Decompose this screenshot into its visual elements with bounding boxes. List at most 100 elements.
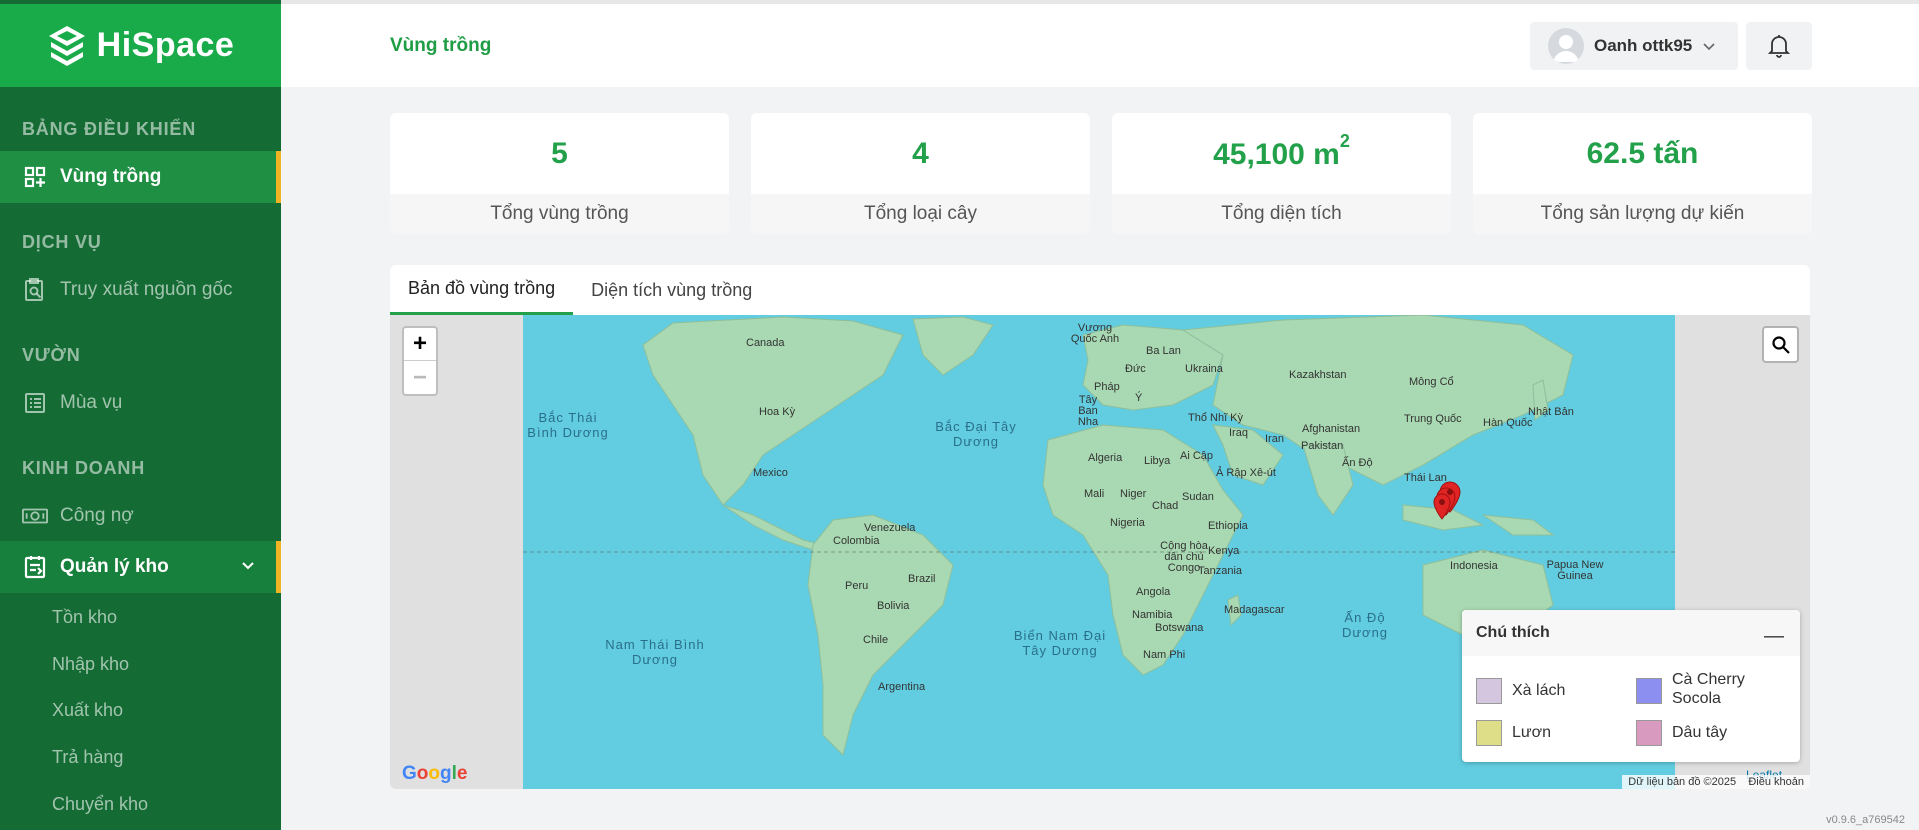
sidebar-item-label: Quản lý kho bbox=[60, 556, 169, 577]
stat-value: 4 bbox=[912, 137, 929, 170]
stat-card-total-area: 45,100 m2 Tổng diện tích bbox=[1112, 113, 1451, 234]
zoom-in-button[interactable]: + bbox=[404, 328, 436, 361]
map-label-peru: Peru bbox=[845, 580, 869, 592]
map-label-pakistan: Pakistan bbox=[1301, 440, 1344, 452]
chevron-down-icon bbox=[242, 562, 254, 570]
stat-label: Tổng sản lượng dự kiến bbox=[1473, 194, 1812, 234]
map-label-ethiopia: Ethiopia bbox=[1208, 520, 1248, 532]
stat-card-total-crops: 4 Tổng loại cây bbox=[751, 113, 1090, 234]
map-label-germany: Đức bbox=[1125, 363, 1146, 375]
brand-name: HiSpace bbox=[96, 26, 235, 64]
sidebar-item-truy-xuat[interactable]: Truy xuất nguồn gốc bbox=[0, 264, 281, 316]
header: Vùng trồng Oanh ottk95 bbox=[281, 4, 1919, 87]
app-version: v0.9.6_a769542 bbox=[1826, 814, 1905, 826]
ocean-label-north-atlantic: Bắc Đại Tây Dương bbox=[935, 419, 1017, 449]
legend-item: Dâu tây bbox=[1636, 720, 1727, 746]
map-legend: Chú thích — Xà lách Cà Cherry Socola Lươ… bbox=[1462, 610, 1800, 762]
legend-swatch bbox=[1476, 720, 1502, 746]
map-label-angola: Angola bbox=[1136, 586, 1171, 598]
ocean-label-south-atlantic: Biển Nam Đại Tây Dương bbox=[1013, 628, 1107, 658]
sidebar-item-mua-vu[interactable]: Mùa vụ bbox=[0, 377, 281, 429]
hispace-logo-icon bbox=[48, 25, 85, 66]
legend-swatch bbox=[1636, 678, 1662, 704]
tab-map[interactable]: Bản đồ vùng trồng bbox=[390, 265, 574, 315]
list-icon bbox=[22, 390, 48, 416]
sidebar-subitem-xuat-kho[interactable]: Xuất kho bbox=[52, 700, 123, 721]
legend-title: Chú thích bbox=[1462, 610, 1800, 656]
map-label-india: Ấn Độ bbox=[1342, 457, 1373, 469]
map-label-egypt: Ai Cập bbox=[1180, 450, 1214, 462]
legend-label: Xà lách bbox=[1512, 682, 1566, 699]
legend-swatch bbox=[1636, 720, 1662, 746]
sidebar-item-cong-no[interactable]: Công nợ bbox=[0, 490, 281, 542]
sidebar-subitem-tra-hang[interactable]: Trả hàng bbox=[52, 747, 123, 768]
map-label-iran: Iran bbox=[1265, 433, 1284, 445]
sidebar-subitem-ton-kho[interactable]: Tồn kho bbox=[52, 607, 117, 628]
map-label-venezuela: Venezuela bbox=[864, 522, 916, 534]
sidebar-item-quan-ly-kho[interactable]: Quản lý kho bbox=[0, 541, 281, 593]
map-label-italy: Ý bbox=[1135, 392, 1143, 404]
chevron-down-icon bbox=[1703, 43, 1715, 51]
sidebar-subitem-nhap-kho[interactable]: Nhập kho bbox=[52, 654, 129, 675]
google-logo: Google bbox=[402, 763, 468, 784]
map-label-france: Pháp bbox=[1094, 381, 1120, 393]
section-business: KINH DOANH bbox=[22, 458, 145, 478]
ocean-label-south-pacific: Nam Thái Bình Dương bbox=[605, 637, 705, 667]
legend-label: Cà Cherry Socola bbox=[1672, 671, 1745, 707]
stat-card-total-zones: 5 Tổng vùng trồng bbox=[390, 113, 729, 234]
map[interactable]: Canada Hoa Kỳ Mexico Venezuela Colombia … bbox=[390, 315, 1810, 789]
map-label-namibia: Namibia bbox=[1132, 609, 1173, 621]
map-label-nigeria: Nigeria bbox=[1110, 517, 1145, 529]
map-search-button[interactable] bbox=[1762, 326, 1799, 363]
avatar bbox=[1548, 28, 1584, 64]
sidebar-item-label: Vùng trồng bbox=[60, 166, 162, 187]
map-label-china: Trung Quốc bbox=[1404, 413, 1462, 425]
ocean-label-north-pacific: Bắc Thái Bình Dương bbox=[527, 410, 609, 440]
map-marker-cluster-icon[interactable] bbox=[1428, 480, 1468, 532]
sidebar: HiSpace BẢNG ĐIỀU KHIỂN Vùng trồng DỊCH … bbox=[0, 0, 281, 830]
map-data-credit: Dữ liệu bản đồ ©2025 bbox=[1628, 776, 1737, 788]
legend-label: Dâu tây bbox=[1672, 724, 1728, 741]
map-label-colombia: Colombia bbox=[833, 535, 880, 547]
legend-swatch bbox=[1476, 678, 1502, 704]
map-label-canada: Canada bbox=[746, 337, 785, 349]
map-label-chile: Chile bbox=[863, 634, 889, 646]
logo[interactable]: HiSpace bbox=[0, 4, 281, 87]
zoom-out-button[interactable]: − bbox=[404, 361, 436, 394]
tab-area[interactable]: Diện tích vùng trồng bbox=[573, 265, 770, 315]
stat-card-expected-yield: 62.5 tấn Tổng sản lượng dự kiến bbox=[1473, 113, 1812, 234]
map-label-japan: Nhật Bản bbox=[1528, 406, 1574, 418]
map-label-niger: Niger bbox=[1120, 488, 1147, 500]
map-label-afghanistan: Afghanistan bbox=[1302, 423, 1361, 435]
terms-link[interactable]: Điều khoản bbox=[1748, 776, 1804, 788]
sidebar-item-vung-trong[interactable]: Vùng trồng bbox=[0, 151, 281, 203]
map-panel: Bản đồ vùng trồng Diện tích vùng trồng C… bbox=[390, 265, 1810, 789]
grid-icon bbox=[22, 164, 48, 190]
money-icon bbox=[22, 503, 48, 529]
stat-label: Tổng loại cây bbox=[751, 194, 1090, 234]
legend-collapse-button[interactable]: — bbox=[1764, 625, 1784, 648]
map-label-chad: Chad bbox=[1152, 500, 1179, 512]
stat-unit-exponent: 2 bbox=[1339, 131, 1350, 151]
section-dashboard: BẢNG ĐIỀU KHIỂN bbox=[22, 119, 197, 139]
stat-value-wrap: 45,100 m2 bbox=[1112, 131, 1451, 172]
page-title: Vùng trồng bbox=[390, 35, 492, 56]
map-label-uk: Vương Quốc Anh bbox=[1070, 322, 1120, 345]
section-garden: VƯỜN bbox=[22, 345, 81, 365]
map-label-spain: Tây Ban Nha bbox=[1077, 394, 1099, 428]
notification-button[interactable] bbox=[1746, 22, 1812, 70]
stat-label: Tổng diện tích bbox=[1112, 194, 1451, 234]
map-label-brazil: Brazil bbox=[908, 573, 936, 585]
sidebar-subitem-chuyen-kho[interactable]: Chuyển kho bbox=[52, 794, 148, 815]
map-label-mexico: Mexico bbox=[753, 467, 788, 479]
legend-item: Lươn bbox=[1476, 720, 1551, 746]
map-label-mali: Mali bbox=[1084, 488, 1105, 500]
map-label-ukraine: Ukraina bbox=[1185, 363, 1223, 375]
map-attribution: Dữ liệu bản đồ ©2025 Điều khoản bbox=[1622, 775, 1810, 789]
tab-bar: Bản đồ vùng trồng Diện tích vùng trồng bbox=[390, 265, 1810, 315]
user-menu-button[interactable]: Oanh ottk95 bbox=[1530, 22, 1738, 70]
search-icon bbox=[1771, 335, 1790, 354]
map-label-usa: Hoa Kỳ bbox=[759, 406, 796, 418]
map-label-kenya: Kenya bbox=[1208, 545, 1240, 557]
map-label-libya: Libya bbox=[1144, 455, 1171, 467]
